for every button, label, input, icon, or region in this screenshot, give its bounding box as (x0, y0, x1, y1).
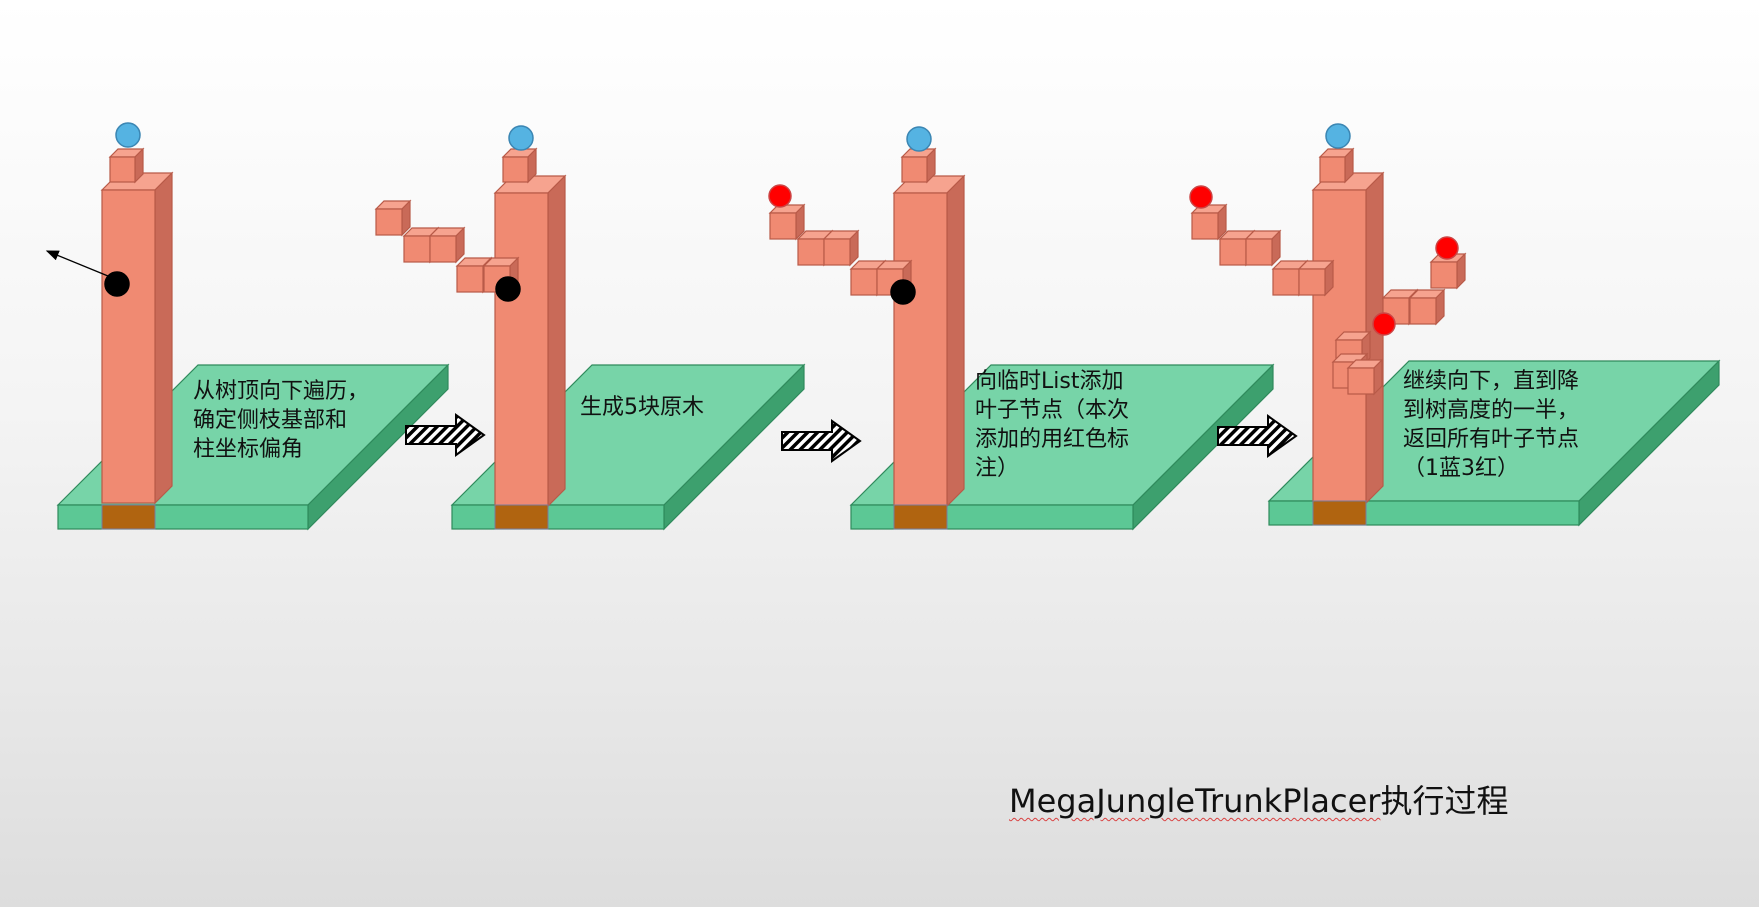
step4-line-1: 继续向下，直到降 (1403, 369, 1580, 394)
panel-3-branch-log-1-front (769, 212, 797, 240)
step4-line-4: （1蓝3红） (1403, 456, 1519, 481)
panel-3-branch-log-2-front (797, 238, 825, 266)
panel-2-ground-front (451, 504, 665, 530)
panel-3-top-log-front (901, 156, 928, 183)
step1-description: 从树顶向下遍历， 确定侧枝基部和 柱坐标偏角 (193, 377, 369, 464)
panel-3-red-leaf-node-1 (768, 184, 792, 208)
step3-description: 向临时List添加 叶子节点（本次 添加的用红色标 注） (975, 367, 1129, 483)
panel-1 (45, 122, 450, 531)
panel-3-top-log (900, 147, 937, 184)
caption-english: MegaJungleTrunkPlacer (1009, 782, 1381, 820)
panel-4-branch-log-7 (1408, 288, 1446, 326)
panel-3-cursor-marker (890, 279, 916, 305)
panel-2-dirt-block (494, 504, 549, 530)
step3-line-3: 添加的用红色标 (975, 427, 1130, 452)
panel-4-branch-log-2-front (1219, 238, 1247, 266)
panel-4-branch-log-7-front (1409, 297, 1437, 325)
panel-2-branch-log-1 (374, 199, 412, 237)
panel-2-top-log (501, 147, 538, 184)
panel-1-top-log (108, 147, 145, 184)
diagram-caption: MegaJungleTrunkPlacer执行过程 (1009, 776, 1508, 822)
panel-3-trunk (892, 174, 966, 508)
panel-2-branch-log-1-front (375, 208, 403, 236)
hatched-right-arrow-icon (781, 419, 862, 463)
panel-4-dirt-block (1312, 500, 1367, 526)
panel-3-blue-leaf-node (906, 126, 932, 152)
panel-2-cursor-marker (495, 276, 521, 302)
panel-4-top-log (1318, 147, 1355, 184)
panel-3-trunk-side (946, 174, 965, 508)
step2-description: 生成5块原木 (580, 393, 704, 422)
panel-4-branch-log-1 (1190, 203, 1228, 241)
step1-line-1: 从树顶向下遍历， (193, 379, 370, 404)
panel-3-trunk-front (893, 192, 948, 507)
panel-2-top-log-front (502, 156, 529, 183)
panel-4-red-leaf-node-1 (1189, 185, 1213, 209)
panel-1-trunk-side (154, 171, 173, 505)
panel-1-top-log-front (109, 156, 136, 183)
panel-2-blue-leaf-node (508, 125, 534, 151)
caption-chinese: 执行过程 (1380, 782, 1509, 820)
panel-1-dirt-block (101, 504, 156, 530)
panel-2 (374, 125, 806, 531)
step4-line-2: 到树高度的一半， (1403, 398, 1580, 423)
panel-3-dirt-block (893, 504, 948, 530)
panel-2-branch-log-4-front (456, 265, 484, 293)
panel-4-branch-log-3 (1244, 229, 1282, 267)
panel-2-trunk-front (494, 192, 549, 507)
panel-3-ground-front (850, 504, 1134, 530)
panel-1-trunk (100, 171, 174, 505)
panel-2-trunk (493, 174, 567, 508)
panel-2-trunk-side (547, 174, 566, 508)
step3-line-1: 向临时List添加 (975, 369, 1124, 394)
panel-1-blue-leaf-node (115, 122, 141, 148)
panel-4-blue-leaf-node (1325, 123, 1351, 149)
panel-2-branch-log-2-front (403, 235, 431, 263)
panel-4-branch-log-1-front (1191, 212, 1219, 240)
panel-4-branch-log-11 (1346, 358, 1384, 396)
panel-1-direction-pointer (45, 250, 109, 277)
panel-4-red-leaf-node-3 (1372, 312, 1396, 336)
hatched-right-arrow-icon (405, 413, 486, 457)
step2-line-1: 生成5块原木 (580, 395, 704, 420)
panel-4-branch-log-4-front (1272, 268, 1300, 296)
step3-line-2: 叶子节点（本次 (975, 398, 1130, 423)
panel-4-branch-log-11-front (1347, 367, 1375, 395)
panel-2-branch-log-3 (428, 226, 466, 264)
panel-4-branch-log-5 (1297, 259, 1335, 297)
step1-line-2: 确定侧枝基部和 (193, 408, 348, 433)
step4-description: 继续向下，直到降 到树高度的一半， 返回所有叶子节点 （1蓝3红） (1403, 367, 1579, 483)
panel-4-top-log-front (1319, 156, 1346, 183)
panel-4-red-leaf-node-2 (1435, 236, 1459, 260)
panel-3-branch-log-4-front (850, 268, 878, 296)
panel-3-branch-log-3-front (823, 238, 851, 266)
panel-1-trunk-front (101, 189, 156, 504)
panel-2-branch-log-3-front (429, 235, 457, 263)
panel-3-branch-log-3 (822, 229, 860, 267)
panel-1-ground-front (57, 504, 309, 530)
step1-line-3: 柱坐标偏角 (193, 437, 304, 462)
panel-4-branch-log-5-front (1298, 268, 1326, 296)
step3-line-4: 注） (975, 456, 1020, 481)
panel-4-branch-log-8-front (1430, 261, 1458, 289)
panel-3-branch-log-1 (768, 203, 806, 241)
panel-4-branch-log-3-front (1245, 238, 1273, 266)
step4-line-3: 返回所有叶子节点 (1403, 427, 1580, 452)
panel-1-cursor-marker (104, 271, 130, 297)
